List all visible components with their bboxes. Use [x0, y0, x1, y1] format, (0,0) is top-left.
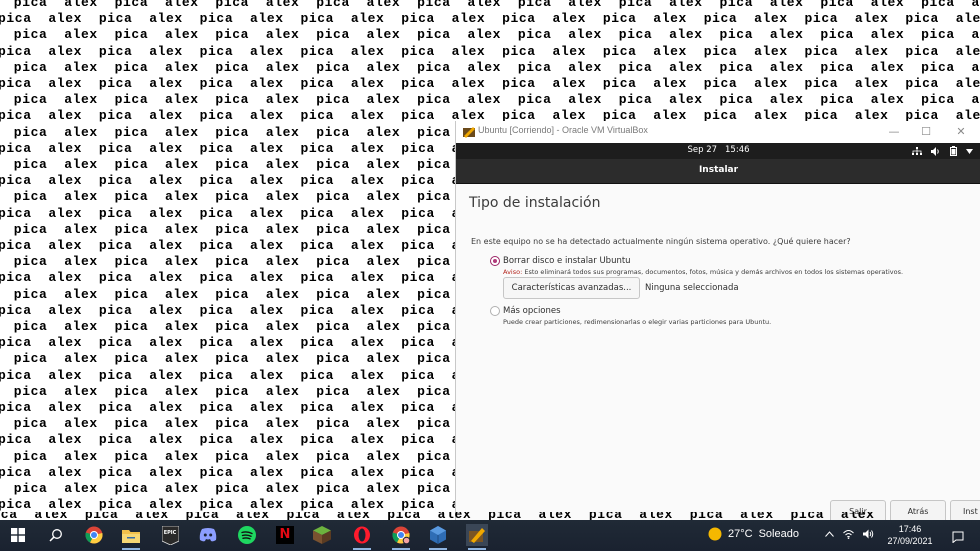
taskbar-clock[interactable]: 17:46 27/09/2021: [878, 523, 942, 547]
chrome-alt-active-indicator: [392, 548, 410, 550]
minimize-button[interactable]: —: [881, 123, 907, 141]
virtualbox-window[interactable]: Ubuntu [Corriendo] - Oracle VM VirtualBo…: [455, 121, 980, 520]
chevron-down-icon: [966, 148, 973, 154]
ubuntu-system-tray[interactable]: [912, 145, 973, 157]
minecraft-icon[interactable]: [311, 524, 333, 546]
search-icon[interactable]: [45, 524, 67, 546]
ubuntu-vm-icon[interactable]: [466, 524, 488, 546]
warning-prefix: Aviso:: [503, 268, 523, 276]
file-explorer-icon[interactable]: [120, 524, 142, 546]
maximize-button[interactable]: ☐: [913, 123, 939, 141]
chrome-alt-icon[interactable]: [390, 524, 412, 546]
explorer-active-indicator: [122, 548, 140, 550]
spotify-icon[interactable]: [236, 524, 258, 546]
page-title: Tipo de instalación: [469, 195, 601, 211]
window-title: Ubuntu [Corriendo] - Oracle VM VirtualBo…: [478, 125, 648, 135]
windows-start-icon[interactable]: [7, 524, 29, 546]
window-titlebar[interactable]: Ubuntu [Corriendo] - Oracle VM VirtualBo…: [456, 121, 980, 143]
virtualbox-app-icon: [463, 127, 475, 138]
taskbar-date: 27/09/2021: [887, 536, 933, 546]
network-icon: [912, 146, 922, 155]
battery-icon: [950, 146, 957, 156]
windows-taskbar: EPIC N 27°C Soleado 17:46 27/09/2021: [0, 520, 980, 551]
installer-page: Tipo de instalación En este equipo no se…: [456, 184, 980, 520]
virtualbox-active-indicator: [429, 548, 447, 550]
erase-warning: Aviso: Esto eliminará todos sus programa…: [503, 268, 903, 276]
netflix-icon-letter: N: [279, 527, 291, 542]
advanced-features-button[interactable]: Características avanzadas...: [503, 277, 640, 299]
opera-active-indicator: [353, 548, 371, 550]
sun-icon: [708, 527, 722, 541]
wallpaper-text-line: pica alex pica alex pica alex pica alex …: [13, 27, 980, 43]
ubuntu-date: Sep 27: [687, 145, 718, 155]
epic-games-icon[interactable]: EPIC: [159, 524, 181, 546]
epic-icon-text: EPIC: [163, 530, 177, 536]
radio-erase-disk[interactable]: [490, 256, 500, 266]
taskbar-time: 17:46: [898, 524, 922, 534]
wallpaper-text-line: pica alex pica alex pica alex pica alex …: [13, 59, 980, 75]
chrome-icon[interactable]: [83, 524, 105, 546]
wallpaper-text-line: pica alex pica alex pica alex pica alex …: [0, 43, 980, 59]
option-more-label[interactable]: Más opciones: [503, 306, 561, 316]
volume-icon: [931, 146, 939, 156]
install-question: En este equipo no se ha detectado actual…: [471, 237, 851, 246]
system-tray[interactable]: [825, 529, 874, 539]
wallpaper-text-line: pica alex pica alex pica alex pica alex …: [13, 92, 980, 108]
installer-headerbar: Instalar: [456, 159, 980, 184]
close-button[interactable]: ✕: [948, 123, 974, 141]
weather-widget[interactable]: 27°C Soleado: [708, 527, 799, 541]
warning-text: Esto eliminará todos sus programas, docu…: [522, 268, 904, 276]
weather-temperature: 27°C: [728, 528, 753, 540]
ubuntu-top-bar: Sep 27 15:46: [456, 143, 980, 159]
discord-icon[interactable]: [197, 524, 219, 546]
netflix-icon[interactable]: N: [274, 524, 296, 546]
ubuntu-vm-active-indicator: [468, 548, 486, 550]
installer-header-title: Instalar: [698, 165, 739, 175]
wallpaper-text-line: pica alex pica alex pica alex pica alex …: [13, 0, 980, 10]
option-erase-disk-label[interactable]: Borrar disco e instalar Ubuntu: [503, 256, 631, 266]
wallpaper-text-line: pica alex pica alex pica alex pica alex …: [0, 76, 980, 91]
ubuntu-clock[interactable]: Sep 27 15:46: [456, 145, 980, 155]
opera-icon[interactable]: [351, 524, 373, 546]
notifications-icon[interactable]: [952, 528, 964, 547]
virtualbox-icon[interactable]: [427, 524, 449, 546]
wifi-icon[interactable]: [843, 529, 854, 539]
chevron-up-icon[interactable]: [825, 531, 834, 537]
wallpaper-text-line: pica alex pica alex pica alex pica alex …: [0, 11, 980, 27]
radio-more-options[interactable]: [490, 306, 500, 316]
ubuntu-time: 15:46: [725, 145, 750, 155]
weather-condition: Soleado: [758, 528, 799, 540]
advanced-features-status: Ninguna seleccionada: [645, 283, 739, 293]
speaker-icon[interactable]: [863, 529, 874, 539]
more-options-description: Puede crear particiones, redimensionarla…: [503, 318, 772, 326]
